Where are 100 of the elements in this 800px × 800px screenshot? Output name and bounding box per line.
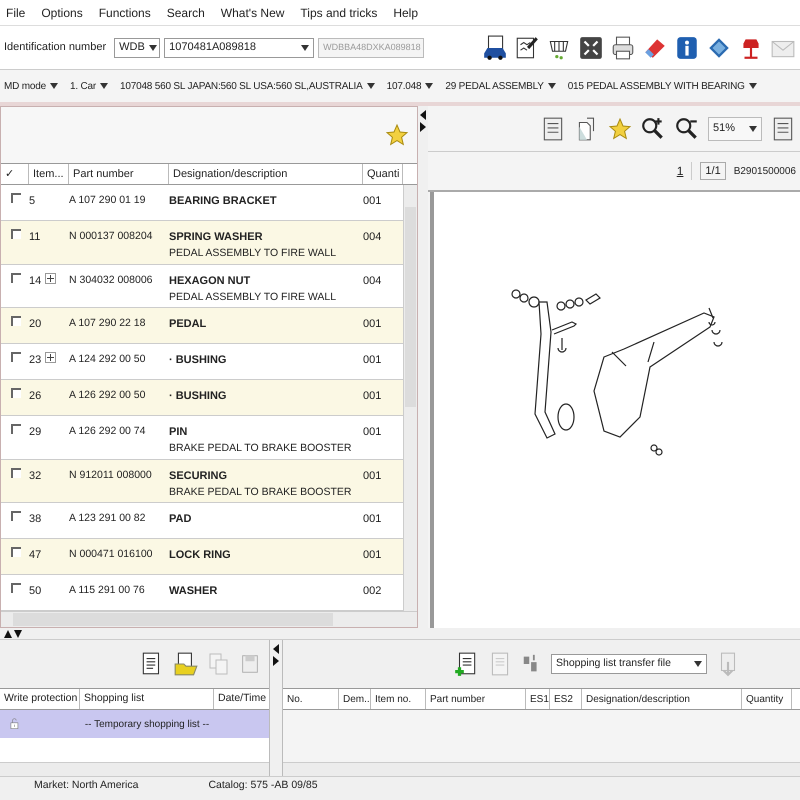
menu-item[interactable]: Functions	[96, 4, 153, 22]
expand-toggle[interactable]	[45, 352, 56, 364]
menu-item[interactable]: Help	[391, 4, 420, 22]
part-name: PEDAL	[169, 317, 208, 332]
prefix-dropdown[interactable]: WDB	[114, 38, 160, 58]
table-cell-text: A 115 291 00 76	[69, 583, 146, 598]
page-link[interactable]: 1	[676, 162, 692, 180]
part-note: BRAKE PEDAL TO BRAKE BOOSTER	[169, 484, 352, 500]
checkbox[interactable]	[11, 316, 21, 326]
caret-icon[interactable]	[301, 44, 310, 50]
column-header[interactable]: Item...	[29, 164, 69, 184]
column-header[interactable]: Quantity	[742, 689, 792, 709]
item-number: 26	[29, 389, 42, 404]
shopping-list-row[interactable]: -- Temporary shopping list --	[0, 710, 269, 738]
item-number: 11	[29, 230, 40, 245]
printer-icon[interactable]	[610, 34, 636, 60]
column-header[interactable]: Write protection	[0, 689, 80, 709]
breadcrumb-dropdown[interactable]: 107.048	[386, 78, 434, 94]
identification-field[interactable]: 1070481A089818	[164, 38, 314, 58]
splitter-arrows-icon[interactable]	[273, 644, 279, 668]
notepad-icon[interactable]	[514, 34, 540, 60]
column-header[interactable]: No.	[283, 689, 339, 709]
horizontal-scrollbar[interactable]	[283, 762, 800, 776]
column-header[interactable]: Part number	[426, 689, 526, 709]
part-name: PAD	[169, 512, 192, 528]
column-header[interactable]: Part number	[69, 164, 169, 184]
expand-toggle[interactable]	[45, 272, 56, 284]
vehicle-document-icon[interactable]	[482, 34, 508, 60]
table-cell-text: 001	[363, 548, 382, 564]
checkbox[interactable]	[11, 547, 21, 558]
table-cell-text: N 912011 008000	[69, 468, 153, 483]
checkbox[interactable]	[11, 228, 21, 239]
image-id: B2901500006	[734, 164, 796, 178]
table-cell-text: 004	[363, 230, 382, 245]
checkbox[interactable]	[11, 468, 21, 478]
caret-icon[interactable]	[548, 83, 556, 89]
breadcrumb-dropdown[interactable]: 015 PEDAL ASSEMBLY WITH BEARING	[568, 78, 757, 94]
table-cell-text: -- Temporary shopping list --	[84, 718, 210, 732]
column-header[interactable]: ES2	[550, 689, 582, 709]
caret-icon[interactable]	[50, 83, 58, 89]
checkbox[interactable]	[11, 388, 21, 398]
splitter-arrows-icon[interactable]	[420, 110, 426, 134]
item-number: 23	[29, 353, 42, 368]
status-text: Catalog: 575 -AB 09/85	[208, 778, 318, 793]
menu-item[interactable]: Search	[164, 4, 207, 22]
caret-icon[interactable]	[425, 83, 434, 89]
menu-item[interactable]: What's New	[218, 4, 286, 22]
breadcrumb-dropdown[interactable]: 29 PEDAL ASSEMBLY	[445, 78, 556, 94]
table-cell-text: N 304032 008006	[69, 272, 154, 288]
caret-icon[interactable]	[100, 83, 108, 89]
table-cell-text: 001	[363, 468, 382, 484]
breadcrumb-dropdown[interactable]: MD mode	[4, 78, 58, 94]
part-name: SECURING	[169, 468, 228, 484]
part-note: PEDAL ASSEMBLY TO FIRE WALL	[169, 290, 338, 305]
table-cell-text: A 107 290 01 19	[69, 193, 146, 208]
part-name: · BUSHING	[169, 389, 228, 404]
table-cell-text: A 126 292 00 74	[69, 424, 146, 439]
expand-icon[interactable]	[578, 34, 604, 60]
column-header[interactable]: ✓	[1, 164, 29, 184]
part-name: SPRING WASHER	[169, 230, 264, 245]
caret-icon[interactable]	[749, 126, 757, 132]
zoom-dropdown[interactable]: 51%	[708, 116, 762, 140]
part-note: PEDAL ASSEMBLY TO FIRE WALL	[169, 246, 338, 261]
part-note: BRAKE PEDAL TO BRAKE BOOSTER	[169, 440, 352, 456]
caret-icon[interactable]	[366, 83, 375, 89]
item-number: 5	[29, 194, 36, 209]
zoom-out-icon[interactable]	[674, 116, 700, 142]
table-cell-text: A 123 291 00 82	[69, 511, 146, 526]
caret-icon[interactable]	[148, 44, 157, 50]
menu-item[interactable]: File	[4, 4, 28, 22]
column-header[interactable]: Quanti	[363, 164, 403, 184]
menu-item[interactable]: Options	[39, 4, 85, 22]
part-name: LOCK RING	[169, 548, 232, 564]
horizontal-scrollbar[interactable]	[0, 762, 269, 776]
transfer-file-dropdown[interactable]: Shopping list transfer file	[551, 654, 707, 674]
vertical-scrollbar[interactable]	[403, 185, 417, 611]
column-header[interactable]: Dem...	[339, 689, 371, 709]
menu-item[interactable]: Tips and tricks	[298, 4, 380, 22]
breadcrumb-dropdown[interactable]: 1. Car	[70, 78, 108, 94]
breadcrumb-dropdown[interactable]: 107048 560 SL JAPAN:560 SL USA:560 SL,AUSTRALIA	[120, 78, 375, 94]
folder-icon[interactable]	[173, 651, 199, 677]
horizontal-scrollbar[interactable]	[1, 611, 417, 627]
column-header[interactable]: Designation/description	[169, 164, 363, 184]
table-cell-text: A 107 290 22 18	[69, 316, 146, 332]
column-header[interactable]: Item no.	[371, 689, 426, 709]
table-cell-text: A 126 292 00 50	[69, 388, 146, 404]
column-header[interactable]: ES1	[526, 689, 550, 709]
part-name: PIN	[169, 424, 188, 440]
favorite-star-icon[interactable]	[385, 123, 409, 147]
caret-icon[interactable]	[748, 83, 757, 89]
part-name: HEXAGON NUT	[169, 274, 252, 289]
column-header[interactable]: Shopping list	[80, 689, 214, 709]
column-header[interactable]: Designation/description	[582, 689, 742, 709]
caret-icon[interactable]	[694, 661, 702, 667]
favorite-star-icon[interactable]	[608, 116, 632, 140]
table-cell-text: 001	[363, 389, 382, 404]
splitter-arrows-icon[interactable]	[4, 630, 22, 638]
item-number: 50	[29, 584, 42, 600]
status-text: Market: North America	[34, 778, 138, 793]
column-header[interactable]: Date/Time	[214, 689, 270, 709]
